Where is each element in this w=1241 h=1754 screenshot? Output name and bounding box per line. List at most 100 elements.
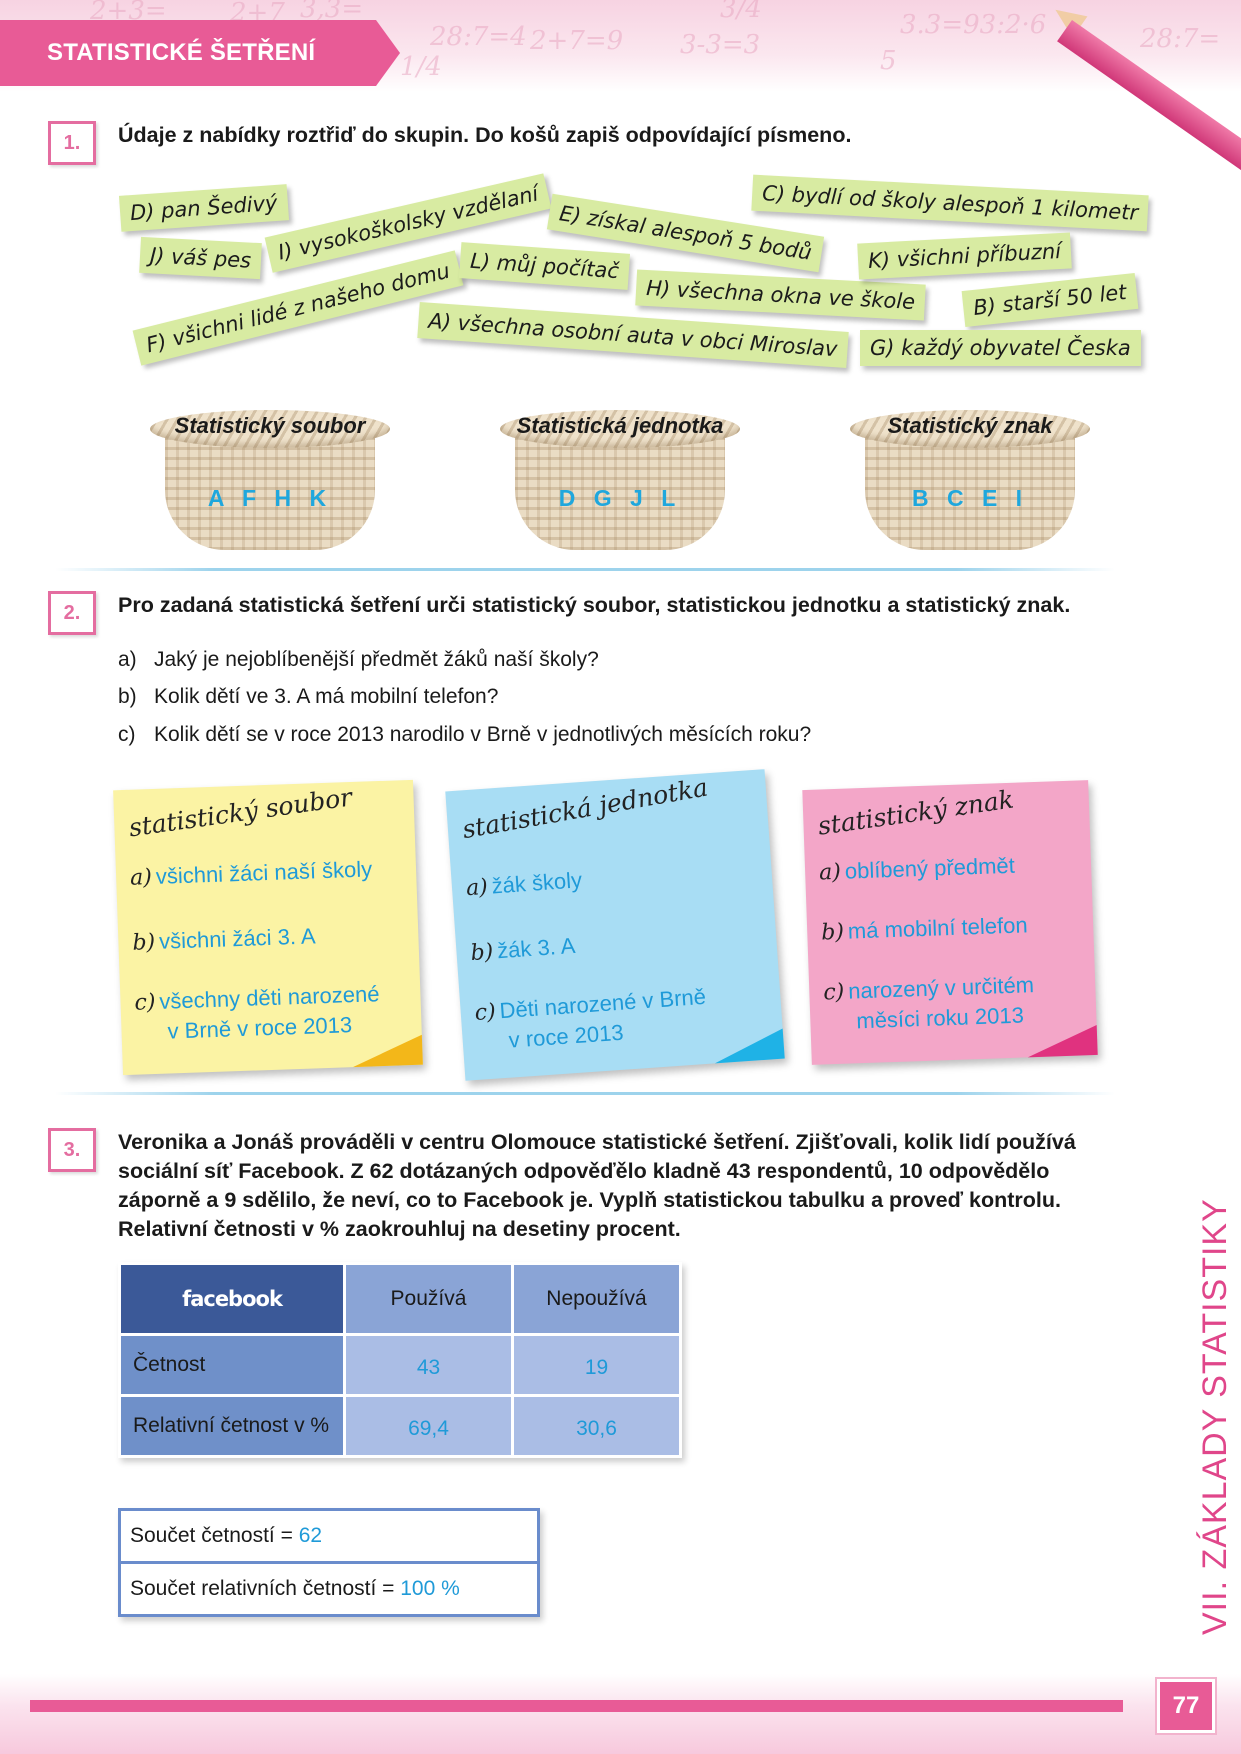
question-label: a): [118, 648, 137, 671]
basket-answer: B C E I: [911, 485, 1029, 511]
task3-instruction-line: sociální síť Facebook. Z 62 dotázaných o…: [118, 1159, 1050, 1183]
sum-check-box: Součet četností = 62 Součet relativních …: [118, 1508, 540, 1617]
section-title-banner: STATISTICKÉ ŠETŘENÍ: [0, 20, 400, 86]
basket-statisticky-znak: Statistický znak B C E I: [845, 405, 1095, 555]
question-text: Kolik dětí ve 3. A má mobilní telefon?: [154, 685, 499, 708]
question-a: a) Jaký je nejoblíbenější předmět žáků na…: [118, 648, 599, 672]
note-item-label: c): [822, 979, 845, 1006]
note-title: statistický soubor: [127, 782, 354, 843]
note-item-a: a) oblíbený předmět: [819, 853, 1015, 886]
tag-d: D) pan Šedivý: [118, 184, 289, 232]
section-divider: [55, 1092, 1115, 1095]
note-item-label: c): [134, 989, 156, 1016]
table-header-row: facebook Používá Nepoužívá: [121, 1265, 679, 1333]
task3-instruction: Veronika a Jonáš prováděli v centru Olom…: [118, 1128, 1123, 1244]
header-doodle: 2+7=9: [530, 26, 624, 56]
sum-label: Součet četností =: [130, 1524, 299, 1547]
sum-value: 100 %: [400, 1577, 460, 1600]
question-text: Jaký je nejoblíbenější předmět žáků naší…: [154, 648, 599, 671]
table-cell: 19: [514, 1336, 679, 1394]
basket-answer: D G J L: [558, 485, 682, 511]
task-number-2: 2.: [48, 591, 96, 635]
note-answer: všichni žáci 3. A: [158, 923, 316, 954]
note-answer: všichni žáci naší školy: [155, 856, 373, 889]
sticky-note-jednotka: statistická jednotka a)žák školy b)žák 3…: [445, 769, 785, 1081]
question-text: Kolik dětí se v roce 2013 narodilo v Brn…: [154, 723, 812, 746]
row-header-relativni-cetnost: Relativní četnost v %: [121, 1397, 343, 1455]
tag-c: C) bydlí od školy alespoň 1 kilometr: [751, 174, 1150, 232]
question-label: b): [118, 685, 137, 708]
note-item-label: b): [469, 939, 495, 967]
note-answer: měsíci roku 2013: [855, 1002, 1025, 1034]
note-answer: v roce 2013: [507, 1019, 625, 1053]
task-number-1: 1.: [48, 121, 96, 165]
basket-statisticky-soubor: Statistický soubor A F H K: [145, 405, 395, 555]
note-item-c-line2: v roce 2013: [508, 1020, 625, 1054]
note-item-c: c)Děti narozené v Brně: [474, 984, 707, 1026]
header-doodle: 28:7=: [1140, 24, 1221, 54]
tag-k: K) všichni příbuzní: [857, 232, 1072, 280]
sticky-note-soubor: statistický soubor a) všichni žáci naší š…: [113, 779, 423, 1076]
note-answer: narozený v určitém: [847, 972, 1035, 1004]
header-doodle: 3/4: [720, 0, 762, 24]
note-answer: má mobilní telefon: [847, 912, 1029, 944]
note-answer: Děti narozené v Brně: [498, 983, 707, 1024]
basket-title: Statistický znak: [887, 413, 1053, 438]
column-header-nepouziva: Nepoužívá: [514, 1265, 679, 1333]
table-cell: 43: [346, 1336, 511, 1394]
header-doodle: 28:7=4: [430, 22, 527, 52]
note-item-c: c) všechny děti narozené: [134, 981, 380, 1016]
note-item-a: a)žák školy: [465, 867, 583, 901]
note-answer: žák 3. A: [496, 932, 577, 964]
page-curl: [712, 1028, 785, 1064]
column-header-pouziva: Používá: [346, 1265, 511, 1333]
note-title: statistická jednotka: [460, 772, 710, 845]
tag-g: G) každý obyvatel Česka: [860, 330, 1141, 366]
tag-b: B) starší 50 let: [961, 273, 1139, 327]
note-item-label: a): [129, 865, 153, 891]
bottom-decorative-band: [0, 1674, 1241, 1754]
note-answer: všechny děti narozené: [158, 981, 380, 1014]
section-divider: [55, 568, 1115, 571]
note-item-label: a): [818, 859, 842, 886]
header-doodle: 3-3=3: [680, 30, 761, 60]
table-row: Četnost 43 19: [121, 1336, 679, 1394]
note-item-label: a): [465, 874, 489, 902]
table-row: Relativní četnost v % 69,4 30,6: [121, 1397, 679, 1455]
sticky-note-znak: statistický znak a) oblíbený předmět b) má…: [802, 780, 1098, 1065]
header-doodle: 1/4: [400, 52, 442, 82]
page-curl: [1026, 1024, 1098, 1058]
task3-instruction-line: Relativní četnosti v % zaokrouhluj na de…: [118, 1217, 681, 1241]
note-item-label: b): [820, 919, 845, 946]
note-item-b: b)žák 3. A: [470, 933, 577, 966]
table-cell: 30,6: [514, 1397, 679, 1455]
basket-title: Statistický soubor: [174, 413, 366, 438]
sum-row-relativni: Součet relativních četností = 100 %: [121, 1561, 537, 1614]
basket-answer: A F H K: [207, 485, 333, 511]
row-header-cetnost: Četnost: [121, 1336, 343, 1394]
section-title: STATISTICKÉ ŠETŘENÍ: [47, 39, 316, 66]
sum-row-cetnosti: Součet četností = 62: [121, 1511, 537, 1561]
page-number: 77: [1160, 1682, 1212, 1730]
task3-instruction-line: Veronika a Jonáš prováděli v centru Olom…: [118, 1130, 1076, 1154]
note-answer: žák školy: [490, 867, 583, 899]
facebook-statistics-table: facebook Používá Nepoužívá Četnost 43 19…: [118, 1262, 682, 1458]
note-answer: oblíbený předmět: [844, 852, 1016, 884]
header-doodle: 5: [880, 46, 897, 76]
basket-statisticka-jednotka: Statistická jednotka D G J L: [495, 405, 745, 555]
note-item-b: b) má mobilní telefon: [821, 912, 1028, 945]
question-b: b) Kolik dětí ve 3. A má mobilní telefon?: [118, 685, 498, 709]
header-doodle: 3.3=93:2·6: [900, 10, 1047, 40]
page-curl: [351, 1034, 423, 1068]
note-item-c-line2: měsíci roku 2013: [856, 1002, 1024, 1034]
chapter-side-title: VII. ZÁKLADY STATISTIKY: [1196, 1198, 1234, 1635]
sum-value: 62: [298, 1524, 323, 1547]
sum-label: Součet relativních četností =: [130, 1577, 401, 1600]
tag-l: L) můj počítač: [458, 242, 631, 290]
note-answer: v Brně v roce 2013: [167, 1012, 353, 1044]
basket-title: Statistická jednotka: [516, 413, 724, 438]
task1-instruction: Údaje z nabídky roztřiď do skupin. Do ko…: [118, 123, 852, 147]
question-label: c): [118, 723, 136, 746]
question-c: c) Kolik dětí se v roce 2013 narodilo v B…: [118, 723, 811, 747]
tag-j: J) váš pes: [139, 236, 263, 280]
